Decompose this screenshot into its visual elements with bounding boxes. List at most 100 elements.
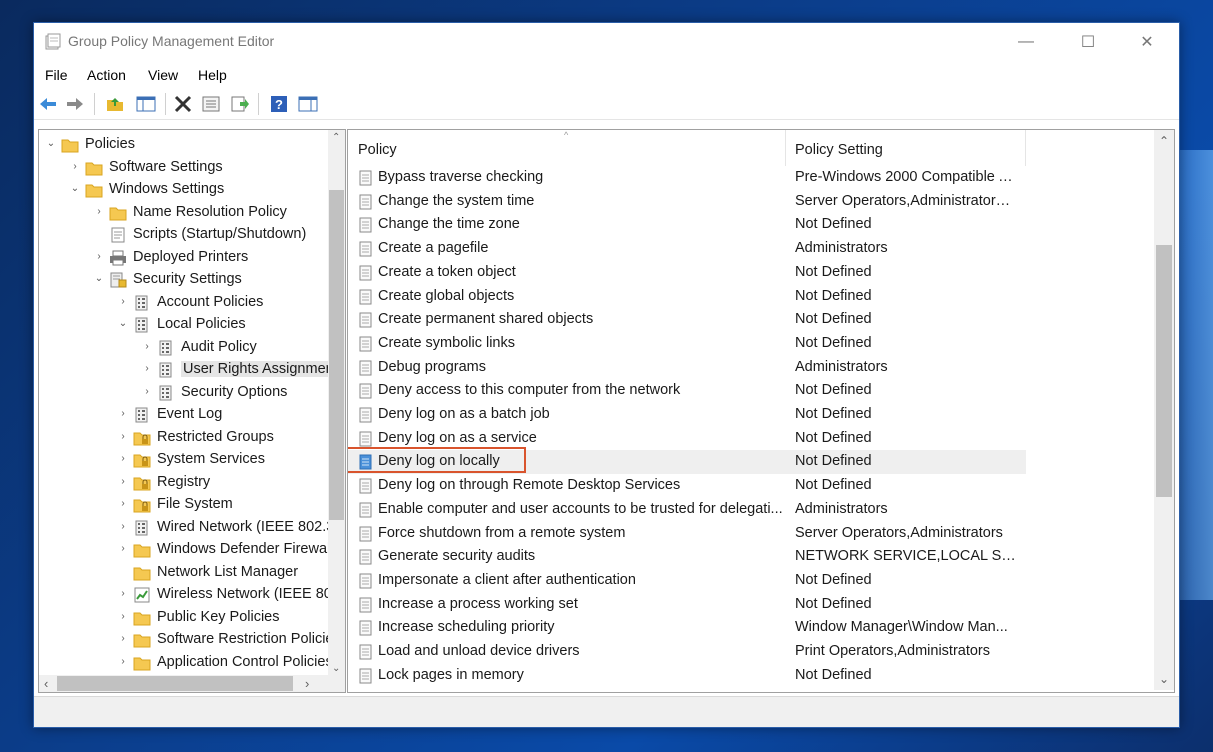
tree-item[interactable]: › Audit Policy bbox=[39, 337, 328, 359]
expand-arrow-icon[interactable]: › bbox=[93, 251, 105, 262]
policy-row[interactable]: Deny access to this computer from the ne… bbox=[348, 379, 1026, 403]
tree-item[interactable]: › Account Policies bbox=[39, 292, 328, 314]
tree-item[interactable]: Network List Manager bbox=[39, 562, 328, 584]
expand-arrow-icon[interactable]: › bbox=[117, 296, 129, 307]
policy-row[interactable]: Create global objects Not Defined bbox=[348, 285, 1026, 309]
expand-arrow-icon[interactable]: › bbox=[141, 341, 153, 352]
close-button[interactable]: ✕ bbox=[1124, 23, 1170, 61]
tree-item[interactable]: › Wired Network (IEEE 802.3) bbox=[39, 517, 339, 539]
scroll-up-icon[interactable]: ⌃ bbox=[1159, 134, 1169, 148]
policy-row[interactable]: Deny log on through Remote Desktop Servi… bbox=[348, 474, 1026, 498]
policy-row[interactable]: Change the time zone Not Defined bbox=[348, 213, 1026, 237]
policy-row[interactable]: Impersonate a client after authenticatio… bbox=[348, 569, 1026, 593]
tree-hscroll-thumb[interactable] bbox=[57, 676, 293, 691]
column-header-policy[interactable]: Policy bbox=[348, 130, 785, 166]
collapse-arrow-icon[interactable]: ⌄ bbox=[117, 318, 129, 329]
back-button[interactable] bbox=[37, 93, 59, 115]
menu-help[interactable]: Help bbox=[198, 67, 227, 83]
expand-arrow-icon[interactable]: › bbox=[117, 633, 129, 644]
policy-row[interactable]: Generate security audits NETWORK SERVICE,… bbox=[348, 545, 1026, 569]
policy-row[interactable]: Deny log on locally Not Defined bbox=[348, 447, 1026, 475]
expand-arrow-icon[interactable]: › bbox=[141, 363, 153, 374]
tree-item[interactable]: › System Services bbox=[39, 449, 328, 471]
tree-item[interactable]: ⌄ Policies bbox=[39, 134, 328, 156]
delete-button[interactable] bbox=[172, 93, 194, 115]
expand-arrow-icon[interactable]: › bbox=[117, 498, 129, 509]
policy-row[interactable]: Load and unload device drivers Print Oper… bbox=[348, 640, 1026, 664]
policy-row[interactable]: Increase scheduling priority Window Manag… bbox=[348, 616, 1026, 640]
policy-list[interactable]: ^ Policy Policy Setting Bypass traverse … bbox=[347, 129, 1175, 693]
list-vertical-scrollbar[interactable]: ⌃ ⌄ bbox=[1154, 130, 1174, 690]
policy-row[interactable]: Enable computer and user accounts to be … bbox=[348, 498, 1026, 522]
tree-item[interactable]: ⌄ Local Policies bbox=[39, 314, 328, 336]
policy-row[interactable]: Force shutdown from a remote system Serve… bbox=[348, 522, 1026, 546]
policy-row[interactable]: Create a pagefile Administrators bbox=[348, 237, 1026, 261]
menu-view[interactable]: View bbox=[148, 67, 178, 83]
console-tree[interactable]: ⌄ Policies › Software Settings ⌄ Windows Sett… bbox=[38, 129, 346, 693]
policy-row[interactable]: Lock pages in memory Not Defined bbox=[348, 664, 1026, 688]
scroll-up-icon[interactable]: ⌃ bbox=[332, 132, 340, 143]
scroll-down-icon[interactable]: ⌄ bbox=[1159, 672, 1169, 686]
tree-item[interactable]: › Event Log bbox=[39, 404, 328, 426]
collapse-arrow-icon[interactable]: ⌄ bbox=[69, 183, 81, 194]
expand-arrow-icon[interactable]: › bbox=[117, 408, 129, 419]
expand-arrow-icon[interactable]: › bbox=[117, 431, 129, 442]
tree-item[interactable]: › Application Control Policies bbox=[39, 652, 333, 674]
scroll-left-icon[interactable]: ‹ bbox=[44, 676, 48, 691]
tree-horizontal-scrollbar[interactable]: ‹ › bbox=[39, 675, 345, 692]
expand-arrow-icon[interactable]: › bbox=[117, 476, 129, 487]
policy-row[interactable]: Create symbolic links Not Defined bbox=[348, 332, 1026, 356]
column-header-policy-setting[interactable]: Policy Setting bbox=[785, 130, 1025, 166]
column-divider[interactable] bbox=[1025, 130, 1026, 166]
show-action-pane-button[interactable] bbox=[297, 93, 319, 115]
expand-arrow-icon[interactable]: › bbox=[117, 611, 129, 622]
policy-row[interactable]: Increase a process working set Not Define… bbox=[348, 593, 1026, 617]
expand-arrow-icon[interactable]: › bbox=[141, 386, 153, 397]
tree-item[interactable]: › Wireless Network (IEEE 802.11) bbox=[39, 584, 345, 606]
maximize-button[interactable]: ☐ bbox=[1065, 23, 1111, 61]
tree-vertical-scrollbar[interactable]: ⌃ ⌄ bbox=[328, 130, 345, 676]
expand-arrow-icon[interactable]: › bbox=[117, 656, 129, 667]
policy-row[interactable]: Create a token object Not Defined bbox=[348, 261, 1026, 285]
policy-row[interactable]: Change the system time Server Operators,A… bbox=[348, 190, 1026, 214]
tree-item[interactable]: › Windows Defender Firewall bbox=[39, 539, 333, 561]
policy-row[interactable]: Bypass traverse checking Pre-Windows 2000… bbox=[348, 166, 1026, 190]
minimize-button[interactable]: — bbox=[1003, 23, 1049, 61]
properties-button[interactable] bbox=[200, 93, 222, 115]
expand-arrow-icon[interactable]: › bbox=[93, 206, 105, 217]
export-list-button[interactable] bbox=[229, 93, 251, 115]
show-hide-tree-button[interactable] bbox=[135, 93, 157, 115]
tree-item[interactable]: Scripts (Startup/Shutdown) bbox=[39, 224, 328, 246]
tree-item[interactable]: › Name Resolution Policy bbox=[39, 202, 328, 224]
tree-scroll-thumb[interactable] bbox=[329, 190, 344, 520]
policy-row[interactable]: Debug programs Administrators bbox=[348, 356, 1026, 380]
tree-item[interactable]: › Software Restriction Policies bbox=[39, 629, 341, 651]
collapse-arrow-icon[interactable]: ⌄ bbox=[93, 273, 105, 284]
policy-row[interactable]: Deny log on as a batch job Not Defined bbox=[348, 403, 1026, 427]
expand-arrow-icon[interactable]: › bbox=[117, 521, 129, 532]
menu-action[interactable]: Action bbox=[87, 67, 126, 83]
tree-item[interactable]: › Public Key Policies bbox=[39, 607, 328, 629]
forward-button[interactable] bbox=[64, 93, 86, 115]
tree-item[interactable]: › User Rights Assignment bbox=[39, 359, 340, 381]
scroll-right-icon[interactable]: › bbox=[305, 676, 309, 691]
tree-item[interactable]: › File System bbox=[39, 494, 328, 516]
expand-arrow-icon[interactable]: › bbox=[117, 543, 129, 554]
policy-row[interactable]: Create permanent shared objects Not Defin… bbox=[348, 308, 1026, 332]
tree-item[interactable]: ⌄ Windows Settings bbox=[39, 179, 328, 201]
expand-arrow-icon[interactable]: › bbox=[117, 588, 129, 599]
tree-item[interactable]: › Deployed Printers bbox=[39, 247, 328, 269]
menu-file[interactable]: File bbox=[45, 67, 68, 83]
tree-item[interactable]: › Restricted Groups bbox=[39, 427, 328, 449]
tree-item[interactable]: › Software Settings bbox=[39, 157, 328, 179]
tree-item[interactable]: › Security Options bbox=[39, 382, 328, 404]
collapse-arrow-icon[interactable]: ⌄ bbox=[45, 138, 57, 149]
expand-arrow-icon[interactable]: › bbox=[117, 453, 129, 464]
expand-arrow-icon[interactable]: › bbox=[69, 161, 81, 172]
scroll-down-icon[interactable]: ⌄ bbox=[332, 663, 340, 674]
list-scroll-thumb[interactable] bbox=[1156, 245, 1172, 497]
up-level-button[interactable] bbox=[104, 93, 126, 115]
tree-item[interactable]: › Registry bbox=[39, 472, 328, 494]
tree-item[interactable]: ⌄ Security Settings bbox=[39, 269, 328, 291]
help-button[interactable]: ? bbox=[268, 93, 290, 115]
